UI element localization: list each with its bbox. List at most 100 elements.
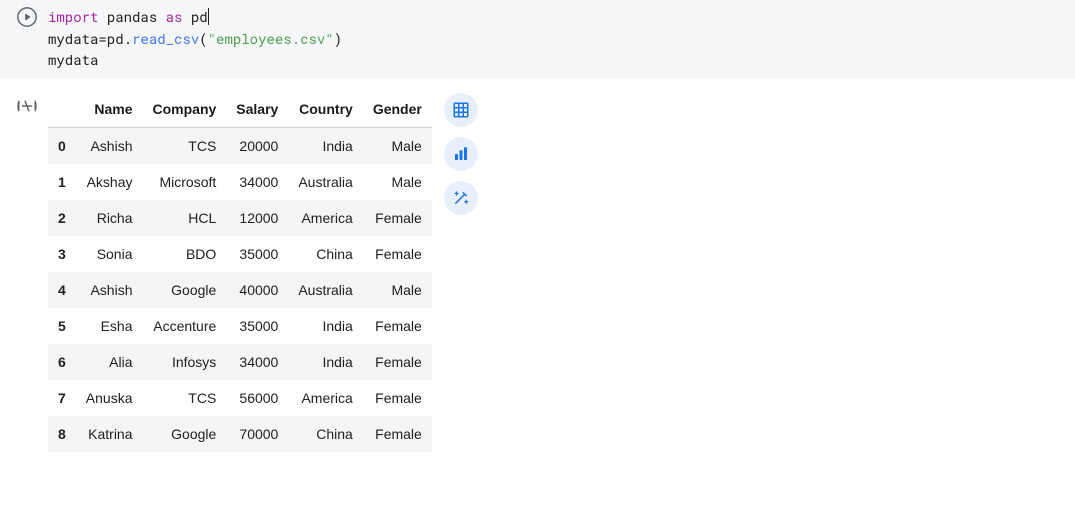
table-row: 5EshaAccenture35000IndiaFemale xyxy=(48,308,432,344)
row-index: 7 xyxy=(48,380,76,416)
table-cell: TCS xyxy=(143,380,227,416)
table-cell: 35000 xyxy=(226,236,288,272)
notebook-cell: import pandas as pd mydata=pd.read_csv("… xyxy=(0,0,1075,458)
col-header-company[interactable]: Company xyxy=(143,91,227,128)
run-icon xyxy=(16,6,38,28)
dataframe-table: Name Company Salary Country Gender 0Ashi… xyxy=(48,91,432,452)
code-cell-input: import pandas as pd mydata=pd.read_csv("… xyxy=(0,0,1075,79)
output-actions xyxy=(444,91,478,215)
table-cell: India xyxy=(288,344,362,380)
text-cursor xyxy=(208,8,209,25)
interactive-table-button[interactable] xyxy=(444,93,478,127)
code-token: "employees.csv" xyxy=(208,29,334,48)
magic-wand-icon xyxy=(452,189,470,207)
table-row: 8KatrinaGoogle70000ChinaFemale xyxy=(48,416,432,452)
table-cell: America xyxy=(288,200,362,236)
table-cell: India xyxy=(288,128,362,165)
suggest-chart-button[interactable] xyxy=(444,137,478,171)
table-cell: Katrina xyxy=(76,416,143,452)
table-cell: BDO xyxy=(143,236,227,272)
variable-inspector-button[interactable] xyxy=(16,95,38,120)
table-cell: Female xyxy=(363,416,432,452)
output-body: Name Company Salary Country Gender 0Ashi… xyxy=(48,91,478,452)
table-cell: 20000 xyxy=(226,128,288,165)
cell-output: Name Company Salary Country Gender 0Ashi… xyxy=(0,79,1075,458)
code-token: mydata=pd xyxy=(48,29,124,48)
code-token: pd xyxy=(182,7,207,26)
row-index: 2 xyxy=(48,200,76,236)
col-header-gender[interactable]: Gender xyxy=(363,91,432,128)
row-index: 1 xyxy=(48,164,76,200)
table-cell: China xyxy=(288,416,362,452)
index-header xyxy=(48,91,76,128)
run-gutter xyxy=(6,4,48,28)
code-token: import xyxy=(48,7,98,26)
code-token: ) xyxy=(334,29,342,48)
table-row: 6AliaInfosys34000IndiaFemale xyxy=(48,344,432,380)
table-cell: 40000 xyxy=(226,272,288,308)
table-cell: 70000 xyxy=(226,416,288,452)
table-cell: Akshay xyxy=(76,164,143,200)
table-cell: Microsoft xyxy=(143,164,227,200)
code-token: read_csv xyxy=(132,29,199,48)
code-token: pandas xyxy=(98,7,165,26)
run-cell-button[interactable] xyxy=(16,6,38,28)
table-cell: Male xyxy=(363,272,432,308)
table-cell: Esha xyxy=(76,308,143,344)
table-cell: Alia xyxy=(76,344,143,380)
data-table-icon xyxy=(452,101,470,119)
table-header: Name Company Salary Country Gender xyxy=(48,91,432,128)
table-cell: TCS xyxy=(143,128,227,165)
table-cell: India xyxy=(288,308,362,344)
table-cell: Sonia xyxy=(76,236,143,272)
row-index: 8 xyxy=(48,416,76,452)
col-header-country[interactable]: Country xyxy=(288,91,362,128)
chart-icon xyxy=(452,145,470,163)
table-cell: Google xyxy=(143,416,227,452)
row-index: 3 xyxy=(48,236,76,272)
table-cell: HCL xyxy=(143,200,227,236)
table-cell: Female xyxy=(363,344,432,380)
table-cell: 34000 xyxy=(226,344,288,380)
table-cell: Accenture xyxy=(143,308,227,344)
code-token: mydata xyxy=(48,50,98,69)
col-header-salary[interactable]: Salary xyxy=(226,91,288,128)
table-row: 3SoniaBDO35000ChinaFemale xyxy=(48,236,432,272)
table-cell: Female xyxy=(363,380,432,416)
table-cell: Ashish xyxy=(76,272,143,308)
table-cell: Female xyxy=(363,308,432,344)
table-cell: Female xyxy=(363,236,432,272)
table-row: 7AnuskaTCS56000AmericaFemale xyxy=(48,380,432,416)
variable-icon xyxy=(16,95,38,117)
table-row: 2RichaHCL12000AmericaFemale xyxy=(48,200,432,236)
table-row: 0AshishTCS20000IndiaMale xyxy=(48,128,432,165)
table-cell: Male xyxy=(363,128,432,165)
table-cell: 12000 xyxy=(226,200,288,236)
table-cell: Male xyxy=(363,164,432,200)
code-token: as xyxy=(166,7,183,26)
table-cell: 56000 xyxy=(226,380,288,416)
table-cell: Ashish xyxy=(76,128,143,165)
generate-code-button[interactable] xyxy=(444,181,478,215)
table-cell: Australia xyxy=(288,272,362,308)
row-index: 6 xyxy=(48,344,76,380)
table-cell: Infosys xyxy=(143,344,227,380)
table-cell: 34000 xyxy=(226,164,288,200)
table-cell: Female xyxy=(363,200,432,236)
table-cell: America xyxy=(288,380,362,416)
table-cell: Anuska xyxy=(76,380,143,416)
table-cell: Google xyxy=(143,272,227,308)
table-row: 1AkshayMicrosoft34000AustraliaMale xyxy=(48,164,432,200)
output-gutter xyxy=(6,91,48,120)
code-editor[interactable]: import pandas as pd mydata=pd.read_csv("… xyxy=(48,4,1069,71)
col-header-name[interactable]: Name xyxy=(76,91,143,128)
row-index: 5 xyxy=(48,308,76,344)
table-cell: Australia xyxy=(288,164,362,200)
code-token: ( xyxy=(199,29,207,48)
table-cell: China xyxy=(288,236,362,272)
table-row: 4AshishGoogle40000AustraliaMale xyxy=(48,272,432,308)
code-token: . xyxy=(124,29,132,48)
row-index: 0 xyxy=(48,128,76,165)
table-cell: 35000 xyxy=(226,308,288,344)
table-cell: Richa xyxy=(76,200,143,236)
